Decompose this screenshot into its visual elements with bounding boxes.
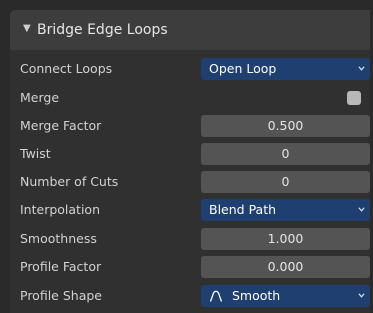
merge-factor-label: Merge Factor	[20, 118, 102, 133]
row-profile-factor: Profile Factor 0.000	[10, 256, 370, 278]
profile-factor-value: 0.000	[267, 259, 304, 274]
row-connect-loops: Connect Loops Open Loop	[10, 58, 370, 80]
row-profile-shape: Profile Shape Smooth	[10, 285, 370, 307]
profile-shape-label: Profile Shape	[20, 288, 102, 303]
merge-factor-value: 0.500	[267, 118, 304, 133]
panel-title: Bridge Edge Loops	[37, 22, 168, 38]
profile-shape-value: Smooth	[232, 288, 281, 303]
profile-shape-dropdown[interactable]: Smooth	[201, 285, 370, 307]
row-twist: Twist 0	[10, 143, 370, 165]
connect-loops-dropdown[interactable]: Open Loop	[201, 58, 370, 80]
twist-value: 0	[281, 146, 290, 161]
row-merge: Merge	[10, 87, 370, 109]
interpolation-label: Interpolation	[20, 202, 100, 217]
row-smoothness: Smoothness 1.000	[10, 228, 370, 250]
number-of-cuts-value: 0	[281, 174, 290, 189]
chevron-down-icon	[358, 207, 365, 212]
twist-label: Twist	[20, 146, 51, 161]
smooth-curve-icon	[209, 290, 223, 302]
interpolation-value: Blend Path	[209, 202, 277, 217]
connect-loops-value: Open Loop	[209, 61, 277, 76]
number-of-cuts-label: Number of Cuts	[20, 174, 119, 189]
smoothness-field[interactable]: 1.000	[201, 228, 370, 250]
smoothness-value: 1.000	[267, 231, 304, 246]
merge-label: Merge	[20, 90, 60, 105]
chevron-down-icon	[358, 66, 365, 71]
profile-factor-field[interactable]: 0.000	[201, 256, 370, 278]
chevron-down-icon	[358, 293, 365, 298]
panel-header[interactable]: ▼ Bridge Edge Loops	[10, 10, 370, 50]
operator-panel: ▼ Bridge Edge Loops Connect Loops Open L…	[10, 10, 370, 313]
interpolation-dropdown[interactable]: Blend Path	[201, 199, 370, 221]
row-number-of-cuts: Number of Cuts 0	[10, 171, 370, 193]
profile-factor-label: Profile Factor	[20, 259, 102, 274]
row-interpolation: Interpolation Blend Path	[10, 199, 370, 221]
disclosure-triangle-down-icon[interactable]: ▼	[23, 23, 31, 35]
smoothness-label: Smoothness	[20, 231, 97, 246]
merge-checkbox[interactable]	[347, 91, 361, 105]
row-merge-factor: Merge Factor 0.500	[10, 115, 370, 137]
twist-field[interactable]: 0	[201, 143, 370, 165]
connect-loops-label: Connect Loops	[20, 61, 113, 76]
merge-factor-field[interactable]: 0.500	[201, 115, 370, 137]
number-of-cuts-field[interactable]: 0	[201, 171, 370, 193]
